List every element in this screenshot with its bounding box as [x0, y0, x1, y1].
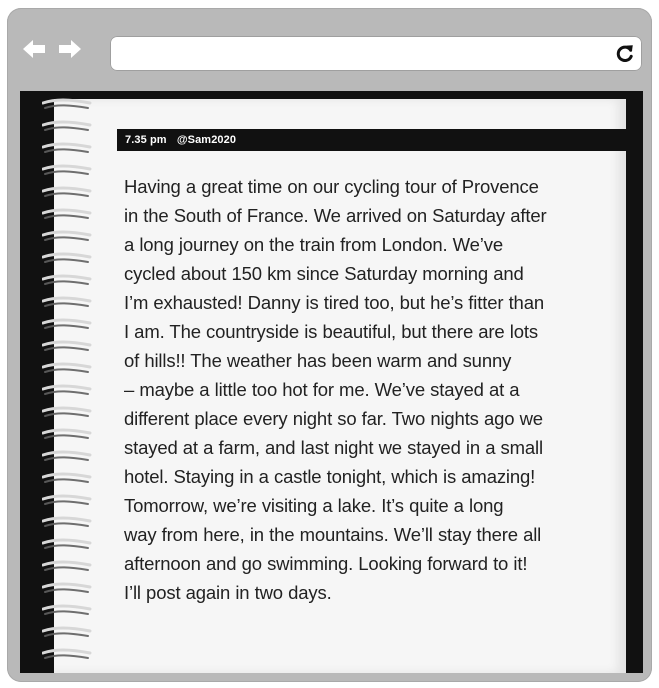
post-line-7: of hills!! The weather has been warm and… — [124, 350, 512, 371]
post-line-5: I’m exhausted! Danny is tired too, but h… — [124, 292, 544, 313]
post-line-11: hotel. Staying in a castle tonight, whic… — [124, 466, 536, 487]
post-line-4: cycled about 150 km since Saturday morni… — [124, 263, 524, 284]
notebook-page: 7.35 pm @Sam2020 Having a great time on … — [54, 99, 626, 673]
post-line-1: Having a great time on our cycling tour … — [124, 176, 539, 197]
browser-page-area[interactable]: 7.35 pm @Sam2020 Having a great time on … — [20, 91, 643, 673]
post-line-13: way from here, in the mountains. We’ll s… — [124, 524, 542, 545]
address-bar[interactable] — [110, 36, 642, 71]
left-arrow-icon[interactable] — [21, 39, 47, 59]
reload-icon[interactable] — [616, 44, 634, 62]
spiral-binding-icon — [42, 98, 92, 659]
browser-toolbar — [7, 8, 652, 88]
post-time: 7.35 pm — [125, 134, 167, 146]
right-arrow-icon[interactable] — [57, 39, 83, 59]
browser-window: 7.35 pm @Sam2020 Having a great time on … — [7, 8, 652, 682]
post-line-6: I am. The countryside is beautiful, but … — [124, 321, 538, 342]
post-line-8: – maybe a little too hot for me. We’ve s… — [124, 379, 520, 400]
post-line-12: Tomorrow, we’re visiting a lake. It’s qu… — [124, 495, 504, 516]
post-line-3: a long journey on the train from London.… — [124, 234, 503, 255]
post-user-handle: @Sam2020 — [176, 134, 237, 146]
post-line-15: I’ll post again in two days. — [124, 582, 332, 603]
post-line-14: afternoon and go swimming. Looking forwa… — [124, 553, 528, 574]
post-header: 7.35 pm @Sam2020 — [117, 129, 626, 151]
post-body: Having a great time on our cycling tour … — [124, 172, 604, 607]
post-line-10: stayed at a farm, and last night we stay… — [124, 437, 543, 458]
post-line-2: in the South of France. We arrived on Sa… — [124, 205, 547, 226]
post-line-9: different place every night so far. Two … — [124, 408, 543, 429]
